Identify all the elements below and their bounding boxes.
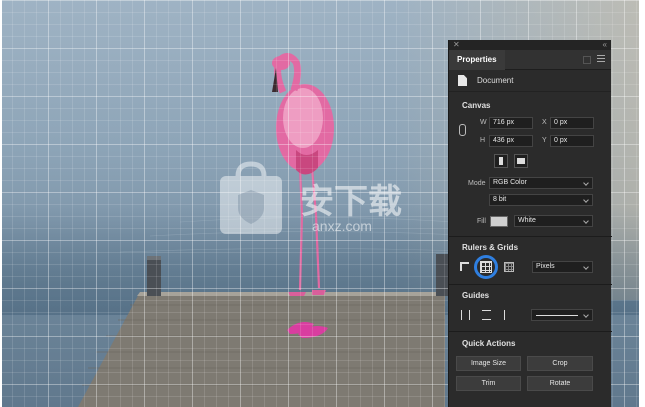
crop-button[interactable]: Crop: [527, 356, 593, 371]
y-field[interactable]: 0 px: [550, 135, 594, 147]
link-icon[interactable]: [459, 124, 466, 136]
guides-section-title: Guides: [462, 291, 490, 300]
rulers-section-title: Rulers & Grids: [462, 243, 519, 252]
watermark-sub: anxz.com: [312, 218, 372, 234]
pier-post-right: [436, 254, 448, 296]
mode-label: Mode: [468, 180, 486, 187]
divider: [449, 284, 612, 285]
panel-topbar: ✕ «: [449, 40, 611, 50]
y-label: Y: [542, 137, 547, 144]
ruler-toggle-icon[interactable]: [460, 262, 469, 271]
guide-style-select[interactable]: [531, 309, 593, 321]
document-label: Document: [477, 76, 514, 85]
panel-option-icon[interactable]: [583, 56, 591, 64]
right-edge: [639, 0, 645, 407]
collapse-icon[interactable]: «: [603, 40, 607, 50]
left-edge: [0, 0, 2, 407]
pier-deck: [78, 292, 445, 407]
document-row: Document: [449, 70, 611, 92]
image-size-button[interactable]: Image Size: [456, 356, 521, 371]
watermark: 安下载 anxz.com: [212, 160, 432, 240]
document-icon: [458, 75, 467, 86]
grid-icon: [480, 261, 492, 273]
height-field[interactable]: 436 px: [489, 135, 533, 147]
portrait-orientation-icon[interactable]: [494, 154, 508, 168]
tab-properties[interactable]: Properties: [449, 50, 505, 70]
height-label: H: [480, 137, 486, 144]
fill-select[interactable]: White: [514, 215, 593, 227]
mode-select[interactable]: RGB Color: [489, 177, 593, 189]
shield-bag-icon: [220, 161, 282, 234]
show-grid-button[interactable]: [474, 255, 498, 279]
divider: [449, 236, 612, 237]
close-icon[interactable]: ✕: [453, 40, 460, 50]
canvas-section-title: Canvas: [462, 101, 491, 110]
panel-header: Properties: [449, 50, 611, 70]
fill-swatch[interactable]: [490, 216, 508, 227]
fill-label: Fill: [477, 218, 486, 225]
width-field[interactable]: 716 px: [489, 117, 533, 129]
divider: [449, 331, 612, 332]
quick-actions-title: Quick Actions: [462, 339, 516, 348]
width-label: W: [480, 119, 487, 126]
trim-button[interactable]: Trim: [456, 376, 521, 391]
properties-panel: ✕ « Properties Document Canvas W 716 px …: [448, 40, 612, 407]
pier-post-left: [147, 256, 161, 296]
units-select[interactable]: Pixels: [532, 261, 593, 273]
x-field[interactable]: 0 px: [550, 117, 594, 129]
guide-vertical-icon[interactable]: [461, 310, 470, 320]
guide-lock-icon[interactable]: [482, 310, 491, 320]
watermark-text: 安下载: [300, 182, 402, 222]
guide-snap-icon[interactable]: [504, 310, 513, 320]
panel-menu-icon[interactable]: [597, 55, 605, 65]
landscape-orientation-icon[interactable]: [514, 154, 528, 168]
rotate-button[interactable]: Rotate: [527, 376, 593, 391]
pixel-grid-icon[interactable]: [504, 262, 514, 272]
x-label: X: [542, 119, 547, 126]
bit-depth-select[interactable]: 8 bit: [489, 194, 593, 206]
